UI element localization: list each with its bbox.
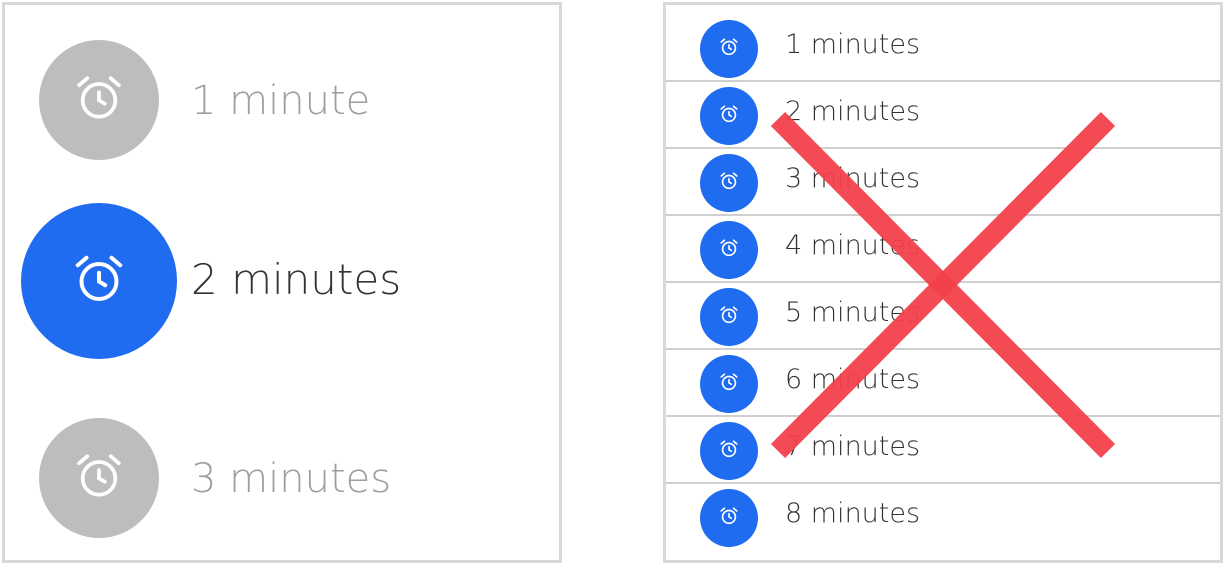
bad-example-panel: 1 minutes 2 minutes 3 minutes 4 minutes … — [663, 2, 1223, 563]
list-item[interactable]: 1 minutes — [666, 15, 1220, 82]
list-item-circle — [700, 87, 758, 145]
picker-item-label: 3 minutes — [191, 456, 392, 502]
alarm-clock-icon — [718, 170, 740, 196]
list-item-label: 6 minutes — [785, 364, 921, 395]
list-item-label: 4 minutes — [785, 230, 921, 261]
picker-item-circle — [21, 203, 177, 359]
list-item-circle — [700, 422, 758, 480]
list-item-circle — [700, 489, 758, 547]
alarm-clock-icon — [69, 249, 129, 313]
list-item-label: 7 minutes — [785, 431, 921, 462]
alarm-clock-icon — [718, 438, 740, 464]
list-item-circle — [700, 355, 758, 413]
list-item-label: 8 minutes — [785, 498, 921, 529]
list-item[interactable]: 7 minutes — [666, 417, 1220, 484]
list-item[interactable]: 3 minutes — [666, 149, 1220, 216]
list-item[interactable]: 8 minutes — [666, 484, 1220, 551]
alarm-clock-icon — [71, 70, 127, 130]
list-item-circle — [700, 288, 758, 346]
picker-item-label: 1 minute — [191, 78, 371, 124]
alarm-clock-icon — [718, 304, 740, 330]
alarm-clock-icon — [718, 371, 740, 397]
list-item-label: 3 minutes — [785, 163, 921, 194]
list-item-label: 1 minutes — [785, 29, 921, 60]
alarm-clock-icon — [718, 36, 740, 62]
list-item[interactable]: 2 minutes — [666, 82, 1220, 149]
list-item-circle — [700, 221, 758, 279]
alarm-clock-icon — [718, 237, 740, 263]
list-item-label: 5 minutes — [785, 297, 921, 328]
alarm-clock-icon — [71, 448, 127, 508]
picker-item-label: 2 minutes — [191, 255, 402, 304]
picker-item-circle — [39, 418, 159, 538]
alarm-clock-icon — [718, 505, 740, 531]
list-item-label: 2 minutes — [785, 96, 921, 127]
good-example-panel: 1 minute 2 minutes 3 minutes — [2, 2, 562, 563]
list-item[interactable]: 4 minutes — [666, 216, 1220, 283]
alarm-clock-icon — [718, 103, 740, 129]
list-item-circle — [700, 154, 758, 212]
picker-item-circle — [39, 40, 159, 160]
list-item[interactable]: 6 minutes — [666, 350, 1220, 417]
list-item-circle — [700, 20, 758, 78]
list-item[interactable]: 5 minutes — [666, 283, 1220, 350]
